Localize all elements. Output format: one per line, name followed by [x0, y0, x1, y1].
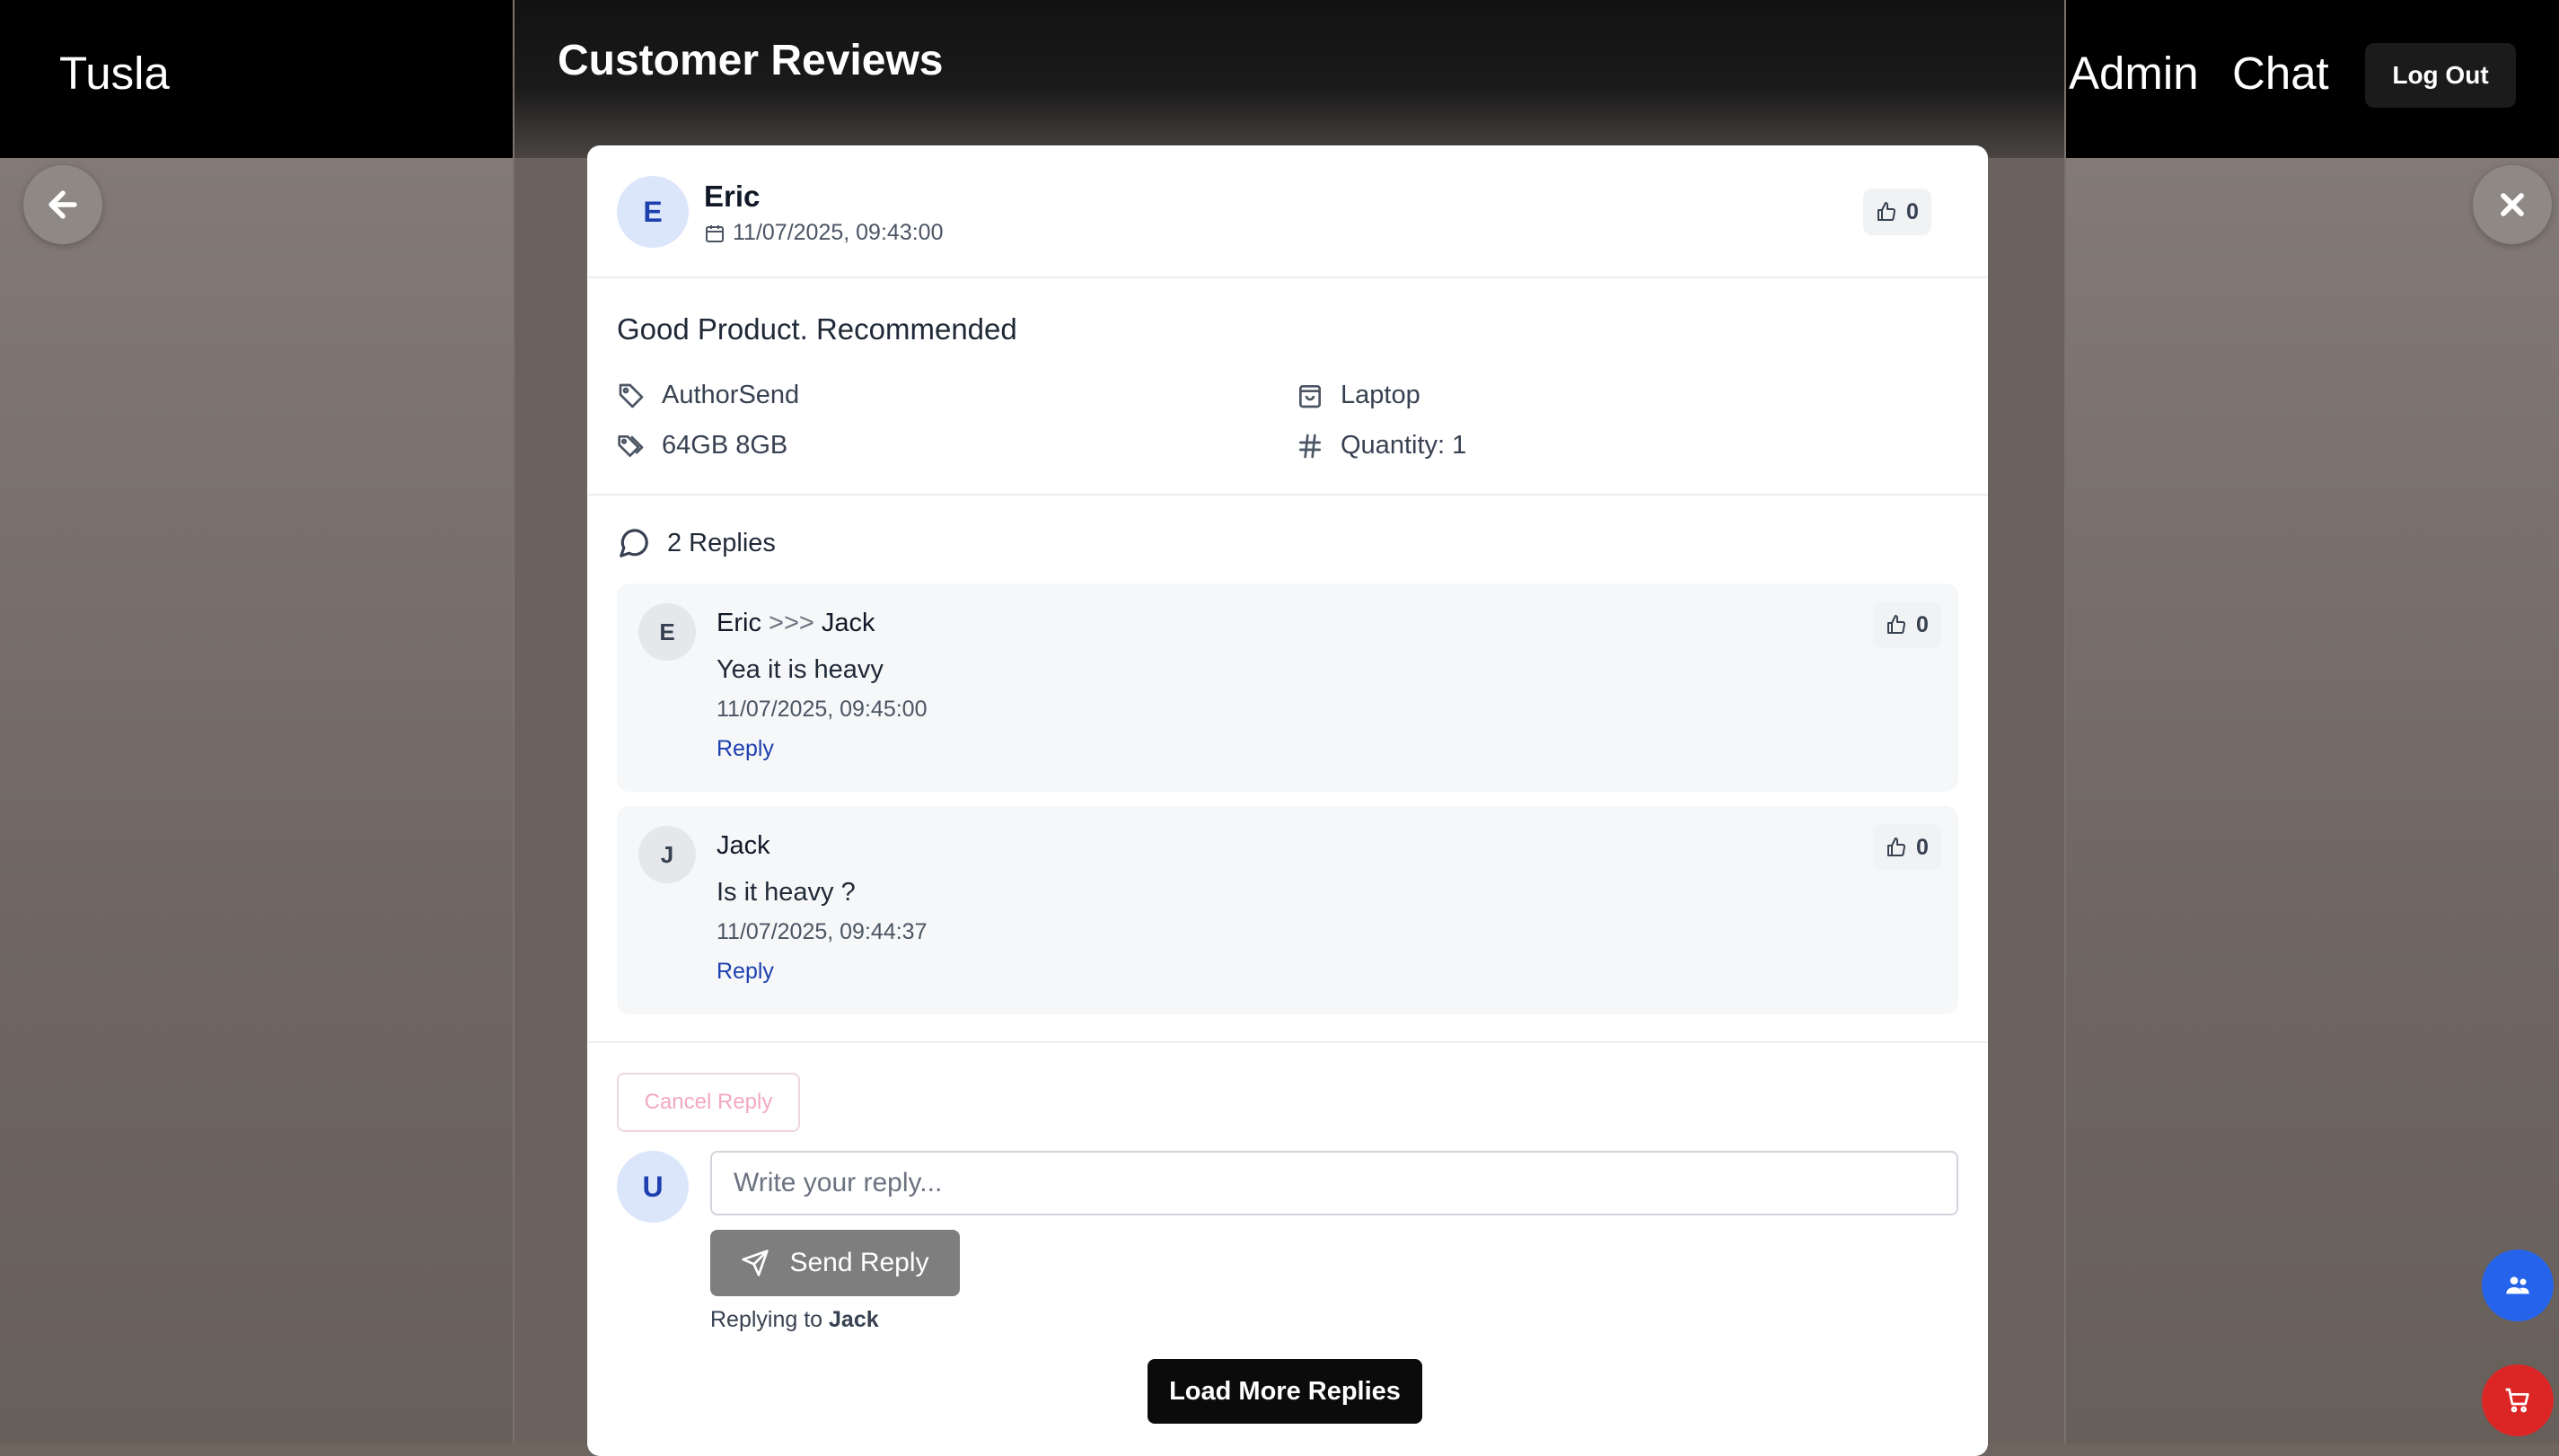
reply-author: Eric [717, 609, 761, 637]
reply-link[interactable]: Reply [717, 959, 774, 985]
reply-author: Jack [717, 831, 770, 860]
thumbs-up-icon [1877, 202, 1895, 221]
avatar: U [617, 1151, 689, 1223]
divider [587, 494, 1988, 496]
like-button[interactable]: 0 [1863, 189, 1931, 235]
users-fab-button[interactable] [2482, 1250, 2554, 1321]
users-icon [2506, 1276, 2529, 1294]
review-date: 11/07/2025, 09:43:00 [733, 220, 944, 245]
reply-date: 11/07/2025, 09:44:37 [717, 919, 928, 944]
review-date-row: 11/07/2025, 09:43:00 [704, 220, 943, 246]
hash-icon [1299, 434, 1321, 458]
review-text: Good Product. Recommended [617, 312, 1017, 346]
logout-button[interactable]: Log Out [2365, 43, 2516, 108]
meta-category: Laptop [1296, 381, 1420, 410]
reply-link[interactable]: Reply [717, 736, 774, 762]
thumbs-up-icon [1887, 615, 1905, 634]
meta-brand-value: AuthorSend [662, 381, 800, 409]
tag-icon [619, 383, 644, 408]
cart-fab-button[interactable] [2482, 1364, 2554, 1436]
review-author: Eric [704, 180, 761, 213]
like-button[interactable]: 0 [1873, 601, 1941, 648]
shopping-bag-icon [1299, 384, 1321, 408]
message-circle-icon [620, 529, 648, 557]
divider [587, 276, 1988, 278]
close-icon [2501, 193, 2524, 216]
replying-prefix: Replying to [710, 1307, 823, 1332]
nav-link-chat[interactable]: Chat [2232, 47, 2329, 100]
modal-header: Customer Reviews [514, 0, 2064, 158]
brand-logo[interactable]: Tusla [59, 47, 170, 100]
avatar: E [638, 603, 696, 661]
divider [587, 1041, 1988, 1043]
replies-count: 2 Replies [667, 528, 776, 557]
thumbs-up-icon [1887, 838, 1905, 856]
avatar: J [638, 826, 696, 883]
tags-icon [618, 434, 644, 457]
reply-date: 11/07/2025, 09:45:00 [717, 697, 928, 722]
reply-target: Jack [821, 609, 875, 637]
load-more-replies-button[interactable]: Load More Replies [1148, 1359, 1422, 1424]
cancel-reply-button[interactable]: Cancel Reply [617, 1073, 800, 1132]
close-button[interactable] [2473, 165, 2552, 244]
replying-target: Jack [829, 1307, 879, 1332]
meta-category-value: Laptop [1341, 381, 1420, 409]
avatar: E [617, 176, 689, 248]
shopping-cart-icon [2505, 1388, 2529, 1413]
reply-separator: >>> [769, 609, 814, 637]
modal-title: Customer Reviews [558, 37, 944, 84]
reply-input[interactable]: Write your reply... [710, 1151, 1958, 1215]
nav-link-admin[interactable]: Admin [2069, 47, 2199, 100]
send-reply-label: Send Reply [789, 1248, 929, 1277]
meta-variant-value: 64GB 8GB [662, 431, 788, 460]
like-count: 0 [1916, 834, 1929, 860]
reply-author-line: Eric >>> Jack [717, 609, 875, 638]
back-button[interactable] [23, 165, 102, 244]
review-card: E Eric 11/07/2025, 09:43:00 0 Good Produ… [587, 145, 1988, 1456]
like-count: 0 [1916, 611, 1929, 637]
replies-header: 2 Replies [617, 526, 776, 560]
meta-quantity: Quantity: 1 [1296, 431, 1466, 460]
reviews-modal: Customer Reviews E Eric 11/07/2025, 09:4… [513, 0, 2066, 1456]
send-reply-button[interactable]: Send Reply [710, 1230, 960, 1296]
meta-variant: 64GB 8GB [617, 431, 787, 460]
like-count: 0 [1906, 198, 1919, 224]
reply-text: Yea it is heavy [717, 655, 884, 684]
meta-quantity-value: Quantity: 1 [1341, 431, 1467, 460]
arrow-left-icon [48, 190, 77, 219]
reply-text: Is it heavy ? [717, 878, 856, 907]
meta-brand: AuthorSend [617, 381, 799, 410]
reply-item: J Jack 0 Is it heavy ? 11/07/2025, 09:44… [617, 806, 1958, 1014]
calendar-icon [706, 224, 724, 242]
replying-to-note: Replying to Jack [710, 1307, 879, 1333]
reply-item: E Eric >>> Jack 0 Yea it is heavy 11/07/… [617, 583, 1958, 792]
send-icon [742, 1250, 769, 1276]
like-button[interactable]: 0 [1873, 824, 1941, 871]
